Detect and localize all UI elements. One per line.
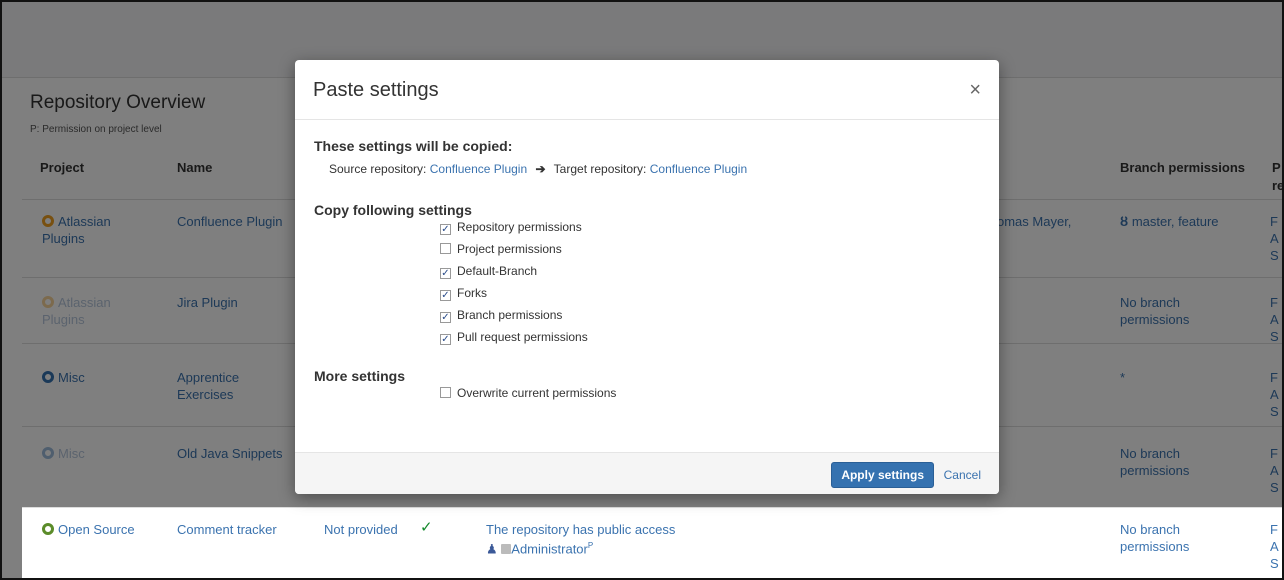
access-link[interactable]: The repository has public access xyxy=(486,521,675,538)
project-link[interactable]: Open Source xyxy=(42,521,162,538)
cancel-link[interactable]: Cancel xyxy=(944,468,981,482)
user-icon: ♟ xyxy=(486,541,498,557)
option-project-permissions[interactable]: Project permissions xyxy=(440,242,562,258)
checkbox[interactable]: ✓ xyxy=(440,312,451,323)
checkbox[interactable]: ✓ xyxy=(440,334,451,345)
admin-entry[interactable]: ♟ AdministratorP xyxy=(486,537,593,557)
checkbox[interactable]: ✓ xyxy=(440,268,451,279)
target-repository-link[interactable]: Confluence Plugin xyxy=(650,162,747,176)
app-window: Repository Overview P: Permission on pro… xyxy=(0,0,1284,580)
project-icon xyxy=(42,523,54,535)
dialog-header: Paste settings × xyxy=(295,60,999,120)
description-cell: Not provided xyxy=(324,522,398,537)
option-repository-permissions[interactable]: ✓ Repository permissions xyxy=(440,220,582,236)
option-forks[interactable]: ✓ Forks xyxy=(440,286,487,302)
dialog-footer: Apply settings Cancel xyxy=(295,452,999,494)
arrow-right-icon: ➔ xyxy=(535,162,546,176)
checkbox[interactable] xyxy=(440,387,451,398)
table-row: Open Source Comment tracker Not provided… xyxy=(22,507,1282,578)
dialog-title: Paste settings xyxy=(313,79,439,101)
source-repository-link[interactable]: Confluence Plugin xyxy=(430,162,527,176)
branch-permissions-link[interactable]: No branch permissions xyxy=(1120,521,1230,555)
option-overwrite-current-permissions[interactable]: Overwrite current permissions xyxy=(440,386,616,402)
option-default-branch[interactable]: ✓ Default-Branch xyxy=(440,264,537,280)
apply-settings-button[interactable]: Apply settings xyxy=(831,462,934,488)
repository-link[interactable]: Comment tracker xyxy=(177,521,277,538)
dialog-body: These settings will be copied: Source re… xyxy=(295,120,999,452)
check-icon: ✓ xyxy=(420,519,433,536)
copied-heading: These settings will be copied: xyxy=(314,138,513,154)
checkbox[interactable] xyxy=(440,243,451,254)
checkbox[interactable]: ✓ xyxy=(440,224,451,235)
last-column-cell[interactable]: F A S xyxy=(1270,521,1282,572)
checkbox[interactable]: ✓ xyxy=(440,290,451,301)
copy-summary: Source repository: Confluence Plugin ➔ T… xyxy=(329,162,747,176)
copy-settings-heading: Copy following settings xyxy=(314,202,472,218)
target-label: Target repository: xyxy=(553,162,647,176)
group-icon xyxy=(501,544,512,555)
close-icon[interactable]: × xyxy=(969,80,981,100)
source-label: Source repository: xyxy=(329,162,427,176)
more-settings-heading: More settings xyxy=(314,368,406,384)
paste-settings-dialog: Paste settings × These settings will be … xyxy=(295,60,999,494)
option-pull-request-permissions[interactable]: ✓ Pull request permissions xyxy=(440,330,588,346)
option-branch-permissions[interactable]: ✓ Branch permissions xyxy=(440,308,562,324)
